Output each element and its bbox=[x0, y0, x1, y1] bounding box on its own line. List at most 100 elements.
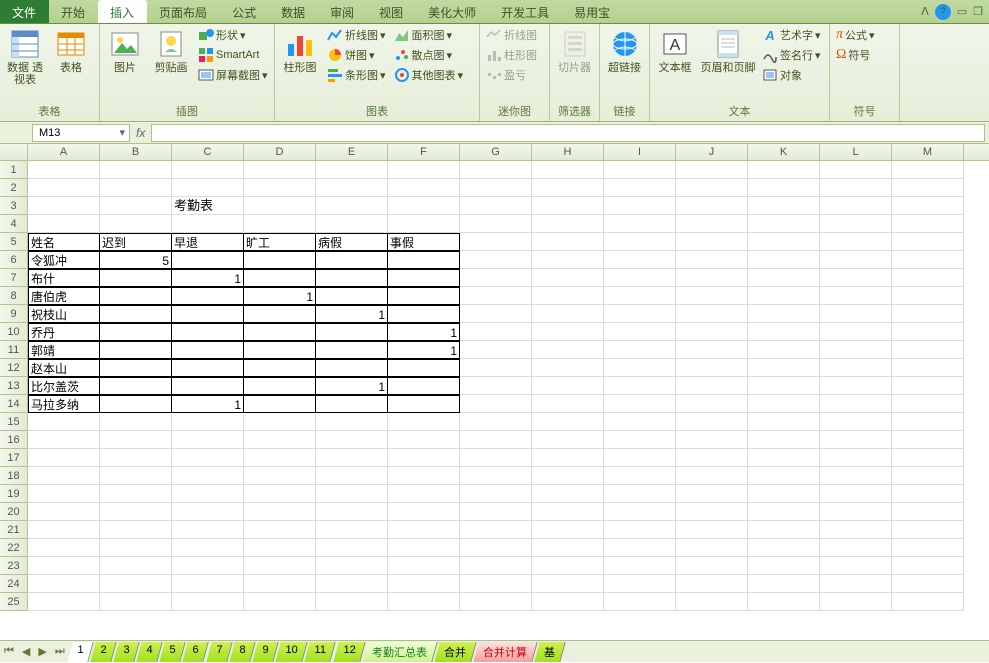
cell[interactable] bbox=[244, 197, 316, 215]
row-header[interactable]: 17 bbox=[0, 449, 28, 467]
cell[interactable] bbox=[172, 539, 244, 557]
cell[interactable] bbox=[892, 467, 964, 485]
cell[interactable] bbox=[244, 323, 316, 341]
cell[interactable] bbox=[172, 287, 244, 305]
cell[interactable] bbox=[892, 179, 964, 197]
line-chart-button[interactable]: 折线图 ▾ bbox=[325, 26, 388, 44]
cell[interactable] bbox=[172, 593, 244, 611]
cell[interactable] bbox=[604, 431, 676, 449]
cell[interactable] bbox=[676, 323, 748, 341]
cell[interactable] bbox=[892, 215, 964, 233]
cell[interactable] bbox=[316, 485, 388, 503]
cell[interactable] bbox=[532, 395, 604, 413]
cell[interactable] bbox=[676, 215, 748, 233]
cell[interactable] bbox=[460, 539, 532, 557]
cell[interactable] bbox=[460, 377, 532, 395]
cell[interactable] bbox=[460, 485, 532, 503]
pie-chart-button[interactable]: 饼图 ▾ bbox=[325, 46, 388, 64]
cell[interactable] bbox=[748, 197, 820, 215]
sheet-tab[interactable]: 6 bbox=[183, 642, 209, 662]
cell[interactable] bbox=[604, 485, 676, 503]
column-header[interactable]: I bbox=[604, 144, 676, 160]
cell[interactable] bbox=[388, 251, 460, 269]
cell[interactable] bbox=[892, 593, 964, 611]
cell[interactable] bbox=[388, 485, 460, 503]
cell[interactable] bbox=[460, 449, 532, 467]
cell[interactable] bbox=[388, 593, 460, 611]
cell[interactable] bbox=[676, 539, 748, 557]
cell[interactable] bbox=[316, 539, 388, 557]
cell[interactable] bbox=[100, 269, 172, 287]
cell[interactable] bbox=[604, 377, 676, 395]
cell[interactable]: 布什 bbox=[28, 269, 100, 287]
cell[interactable] bbox=[748, 161, 820, 179]
cell[interactable] bbox=[100, 179, 172, 197]
cell[interactable] bbox=[244, 413, 316, 431]
column-header[interactable]: A bbox=[28, 144, 100, 160]
cell[interactable]: 赵本山 bbox=[28, 359, 100, 377]
tab-menu[interactable]: 美化大师 bbox=[416, 0, 489, 23]
cell[interactable] bbox=[28, 593, 100, 611]
row-header[interactable]: 9 bbox=[0, 305, 28, 323]
cell[interactable] bbox=[892, 161, 964, 179]
cell[interactable] bbox=[892, 557, 964, 575]
cell[interactable] bbox=[820, 161, 892, 179]
cell[interactable] bbox=[532, 377, 604, 395]
cell[interactable] bbox=[388, 521, 460, 539]
column-header[interactable]: G bbox=[460, 144, 532, 160]
cell[interactable] bbox=[604, 395, 676, 413]
cell[interactable] bbox=[604, 521, 676, 539]
cell[interactable] bbox=[604, 413, 676, 431]
cell[interactable] bbox=[172, 521, 244, 539]
row-header[interactable]: 25 bbox=[0, 593, 28, 611]
cell[interactable] bbox=[100, 485, 172, 503]
row-header[interactable]: 19 bbox=[0, 485, 28, 503]
cell[interactable]: 乔丹 bbox=[28, 323, 100, 341]
cell[interactable] bbox=[892, 449, 964, 467]
cell[interactable] bbox=[604, 233, 676, 251]
cell[interactable] bbox=[28, 413, 100, 431]
cell[interactable] bbox=[532, 233, 604, 251]
cell[interactable] bbox=[388, 287, 460, 305]
cell[interactable] bbox=[316, 359, 388, 377]
cell[interactable] bbox=[172, 431, 244, 449]
cell[interactable] bbox=[460, 395, 532, 413]
cell[interactable] bbox=[100, 305, 172, 323]
cell[interactable] bbox=[748, 377, 820, 395]
cell[interactable] bbox=[532, 215, 604, 233]
cell[interactable] bbox=[748, 575, 820, 593]
cell[interactable] bbox=[100, 593, 172, 611]
cell[interactable] bbox=[604, 557, 676, 575]
cell[interactable] bbox=[316, 557, 388, 575]
cell[interactable] bbox=[388, 413, 460, 431]
sheet-tab[interactable]: 合并 bbox=[434, 642, 476, 662]
cell[interactable] bbox=[28, 503, 100, 521]
row-header[interactable]: 15 bbox=[0, 413, 28, 431]
cell[interactable] bbox=[460, 305, 532, 323]
window-min-icon[interactable]: ▭ bbox=[957, 5, 967, 18]
cell[interactable] bbox=[388, 431, 460, 449]
cell[interactable] bbox=[388, 557, 460, 575]
cell[interactable] bbox=[748, 431, 820, 449]
cell[interactable] bbox=[820, 341, 892, 359]
cell[interactable] bbox=[100, 359, 172, 377]
cell[interactable] bbox=[172, 161, 244, 179]
cell[interactable] bbox=[100, 161, 172, 179]
cell[interactable] bbox=[676, 395, 748, 413]
cell[interactable] bbox=[172, 305, 244, 323]
cell[interactable]: 1 bbox=[388, 323, 460, 341]
cell[interactable] bbox=[388, 539, 460, 557]
cell[interactable] bbox=[892, 575, 964, 593]
cell[interactable] bbox=[388, 575, 460, 593]
cell[interactable]: 令狐冲 bbox=[28, 251, 100, 269]
cell[interactable] bbox=[388, 377, 460, 395]
cell[interactable] bbox=[316, 161, 388, 179]
cell[interactable] bbox=[820, 233, 892, 251]
cell[interactable] bbox=[820, 485, 892, 503]
column-header[interactable]: D bbox=[244, 144, 316, 160]
cell[interactable] bbox=[820, 323, 892, 341]
cell[interactable] bbox=[748, 413, 820, 431]
cell[interactable] bbox=[172, 575, 244, 593]
sheet-tab[interactable]: 2 bbox=[90, 642, 116, 662]
tab-menu[interactable]: 开发工具 bbox=[489, 0, 562, 23]
